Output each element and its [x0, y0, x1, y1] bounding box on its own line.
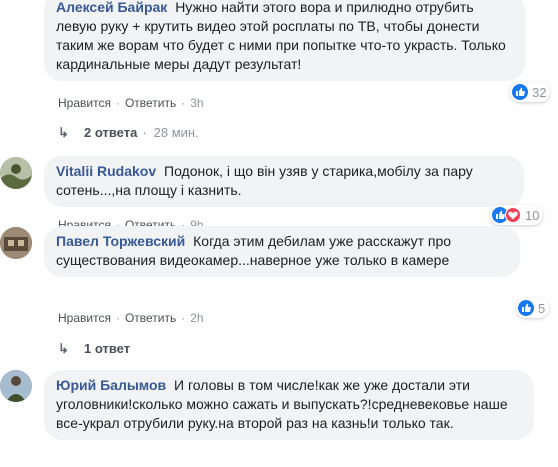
comment-bubble: Vitalii Rudakov Подонок, і що він узяв у…	[44, 156, 524, 207]
like-link[interactable]: Нравится	[58, 96, 111, 110]
reaction-summary[interactable]: 5	[516, 298, 550, 318]
view-replies[interactable]: ↳ 2 ответа · 28 мин.	[58, 125, 199, 141]
reaction-count: 32	[532, 84, 547, 100]
reaction-count: 10	[525, 207, 540, 223]
comment-time[interactable]: 2h	[190, 311, 203, 325]
comment-bubble: Алексей Байрак Нужно найти этого вора и …	[44, 0, 525, 81]
love-icon	[505, 207, 521, 223]
view-replies[interactable]: ↳ 1 ответ	[58, 341, 130, 357]
avatar[interactable]	[0, 370, 32, 402]
reaction-summary[interactable]: 10	[490, 205, 544, 225]
reply-link[interactable]: Ответить	[125, 311, 176, 325]
reply-link[interactable]: Ответить	[125, 96, 176, 110]
replies-count-link[interactable]: 1 ответ	[84, 341, 130, 356]
replies-count-link[interactable]: 2 ответа	[84, 125, 137, 140]
comment-author[interactable]: Юрий Балымов	[56, 377, 166, 393]
comment-actions: Нравится · Ответить · 3h	[58, 96, 204, 110]
comment-bubble: Юрий Балымов И головы в том числе!как же…	[44, 370, 534, 440]
avatar[interactable]	[0, 157, 32, 189]
comment-bubble: Павел Торжевский Когда этим дебилам уже …	[44, 226, 520, 277]
reaction-summary[interactable]: 32	[510, 82, 551, 102]
comment-time[interactable]: 3h	[190, 96, 203, 110]
comment-author[interactable]: Павел Торжевский	[56, 233, 185, 249]
comment-author[interactable]: Алексей Байрак	[56, 0, 167, 15]
like-icon	[512, 84, 528, 100]
replies-time: 28 мин.	[153, 125, 199, 140]
reply-arrow-icon: ↳	[58, 125, 69, 140]
comment-actions: Нравится · Ответить · 2h	[58, 311, 204, 325]
avatar[interactable]	[0, 227, 32, 259]
reply-arrow-icon: ↳	[58, 341, 69, 356]
like-icon	[518, 300, 534, 316]
comment-author[interactable]: Vitalii Rudakov	[56, 163, 156, 179]
reaction-count: 5	[538, 300, 546, 316]
like-link[interactable]: Нравится	[58, 311, 111, 325]
